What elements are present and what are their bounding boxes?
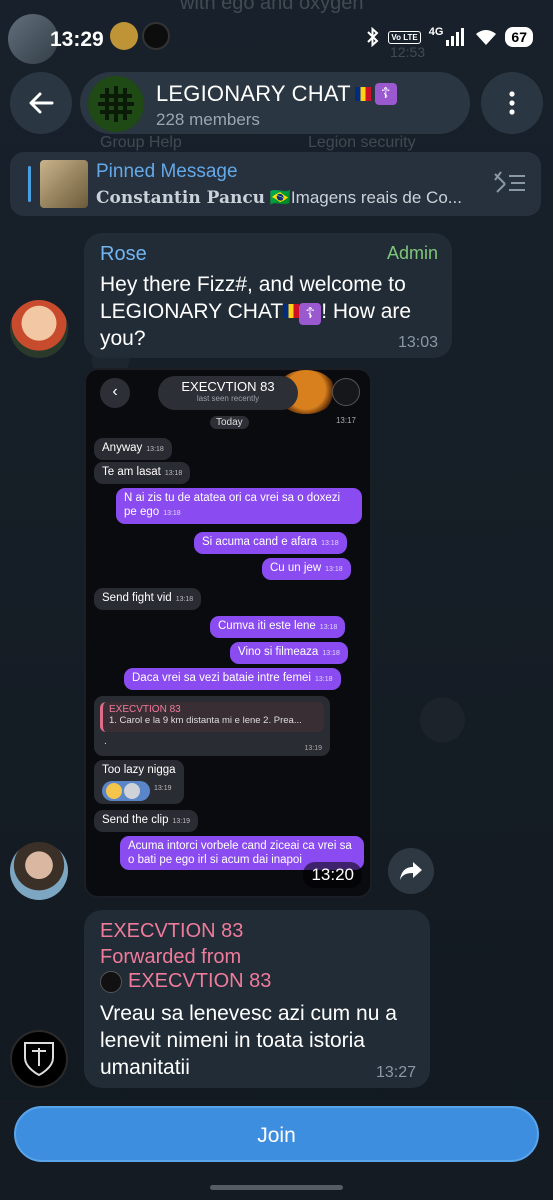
mini-message: Send fight vid 13:18 xyxy=(94,588,202,610)
mini-message: Cumva iti este lene 13:18 xyxy=(210,616,346,638)
pinned-preview: Constantin Pancu 🇧🇷Imagens reais de Co..… xyxy=(96,188,476,208)
screenshot-content: ‹ EXECVTION 83 last seen recently Today … xyxy=(86,370,370,896)
forwarded-origin-name: EXECVTION 83 xyxy=(128,970,272,992)
emoji-icon xyxy=(106,783,122,799)
avatar-icon xyxy=(124,783,140,799)
mini-top-time: 13:17 xyxy=(335,416,356,425)
status-time: 13:29 xyxy=(50,28,104,51)
back-button[interactable] xyxy=(10,72,72,134)
battery-level: 67 xyxy=(505,27,533,47)
mini-contact-name: EXECVTION 83 xyxy=(181,379,275,394)
avatar-rose[interactable] xyxy=(10,300,68,358)
pinned-message-bar[interactable]: Pinned Message Constantin Pancu 🇧🇷Imagen… xyxy=(10,152,541,216)
romania-flag-icon xyxy=(354,87,371,101)
mini-message: Too lazy nigga 13:19 xyxy=(94,760,184,804)
avatar-user[interactable] xyxy=(10,842,68,900)
orthodox-cross-icon: ☦ xyxy=(299,303,322,325)
chat-title-text: LEGIONARY CHAT xyxy=(156,81,351,106)
home-indicator[interactable] xyxy=(210,1185,343,1190)
message-text: Hey there Fizz#, and welcome to LEGIONAR… xyxy=(100,271,440,352)
notification-shield-icon xyxy=(142,22,170,50)
mini-message: N ai zis tu de atatea ori ca vrei sa o d… xyxy=(116,488,362,524)
pinned-indicator xyxy=(28,166,31,202)
mini-reply-body: . xyxy=(104,736,107,747)
mini-message: Anyway 13:18 xyxy=(94,438,172,460)
orthodox-cross-icon: ☦ xyxy=(374,83,397,105)
romania-flag-icon xyxy=(283,304,300,318)
pinned-title: Pinned Message xyxy=(96,161,238,182)
mini-reactions xyxy=(102,781,150,801)
forwarded-origin[interactable]: EXECVTION 83 xyxy=(100,970,271,993)
grate-icon xyxy=(88,76,144,132)
pinned-list-button[interactable] xyxy=(493,170,527,201)
join-button[interactable]: Join xyxy=(14,1106,539,1162)
mini-reply-quote: 1. Carol e la 9 km distanta mi e lene 2.… xyxy=(109,715,302,726)
status-bar: 13:29 Vo LTE 4G 67 xyxy=(0,0,553,72)
mini-message: Daca vrei sa vezi bataie intre femei 13:1… xyxy=(124,668,341,690)
mini-message: Te am lasat 13:18 xyxy=(94,462,191,484)
mini-reply-message: EXECVTION 83 1. Carol e la 9 km distanta… xyxy=(94,696,330,756)
mini-chat-title: EXECVTION 83 last seen recently xyxy=(158,376,298,410)
chat-title: LEGIONARY CHAT ☦ xyxy=(156,81,397,107)
mini-message: Si acuma cand e afara 13:18 xyxy=(194,532,347,554)
message-bubble-forwarded[interactable]: EXECVTION 83 Forwarded from EXECVTION 83… xyxy=(84,910,430,1088)
mini-message: Cu un jew 13:18 xyxy=(262,558,351,580)
origin-avatar xyxy=(100,970,122,993)
network-label: 4G xyxy=(428,26,444,38)
message-text: Vreau sa lenevesc azi cum nu a lenevit n… xyxy=(100,1002,397,1079)
mini-message: Send the clip 13:19 xyxy=(94,810,199,832)
member-count: 228 members xyxy=(156,110,260,129)
message-sender[interactable]: EXECVTION 83 xyxy=(100,920,243,943)
unpin-list-icon xyxy=(494,171,525,193)
message-time: 13:27 xyxy=(375,1064,416,1081)
signal-icon xyxy=(446,28,465,46)
pinned-author: Constantin Pancu xyxy=(96,188,266,208)
system-icons: Vo LTE 4G 67 xyxy=(366,26,533,47)
message-time: 13:03 xyxy=(397,334,438,351)
shield-crest-icon xyxy=(24,1042,54,1077)
pinned-preview-text: 🇧🇷Imagens reais de Co... xyxy=(269,188,462,207)
mini-last-seen: last seen recently xyxy=(196,394,260,403)
avatar-execvtion[interactable] xyxy=(10,1030,68,1088)
chat-header: LEGIONARY CHAT ☦ 228 members xyxy=(10,72,543,142)
message-bubble-rose[interactable]: Rose Admin Hey there Fizz#, and welcome … xyxy=(84,233,452,358)
message-sender[interactable]: Rose xyxy=(100,243,147,266)
chat-info[interactable]: LEGIONARY CHAT ☦ 228 members xyxy=(80,72,470,134)
admin-badge: Admin xyxy=(386,243,438,263)
volte-icon: Vo LTE xyxy=(388,30,421,44)
mini-date-separator: Today xyxy=(210,416,249,429)
image-time: 13:20 xyxy=(303,862,362,888)
pinned-thumbnail xyxy=(40,160,88,208)
more-options-button[interactable] xyxy=(481,72,543,134)
group-avatar xyxy=(88,76,144,132)
mini-back-icon: ‹ xyxy=(100,378,130,408)
mini-avatar xyxy=(332,378,360,406)
mini-message: Vino si filmeaza 13:18 xyxy=(230,642,348,664)
forward-button[interactable] xyxy=(388,848,434,894)
arrow-left-icon xyxy=(29,92,54,114)
mini-reply-name: EXECVTION 83 xyxy=(109,704,181,715)
more-vertical-icon xyxy=(509,91,515,115)
notification-emoji-icon xyxy=(110,22,138,50)
mini-reply-time: 13:19 xyxy=(304,745,322,752)
forwarded-label: Forwarded from xyxy=(100,946,242,968)
screenshot-image[interactable]: ‹ EXECVTION 83 last seen recently Today … xyxy=(84,368,372,898)
wifi-icon xyxy=(476,30,497,45)
share-arrow-icon xyxy=(400,862,422,880)
bluetooth-icon xyxy=(367,27,379,47)
